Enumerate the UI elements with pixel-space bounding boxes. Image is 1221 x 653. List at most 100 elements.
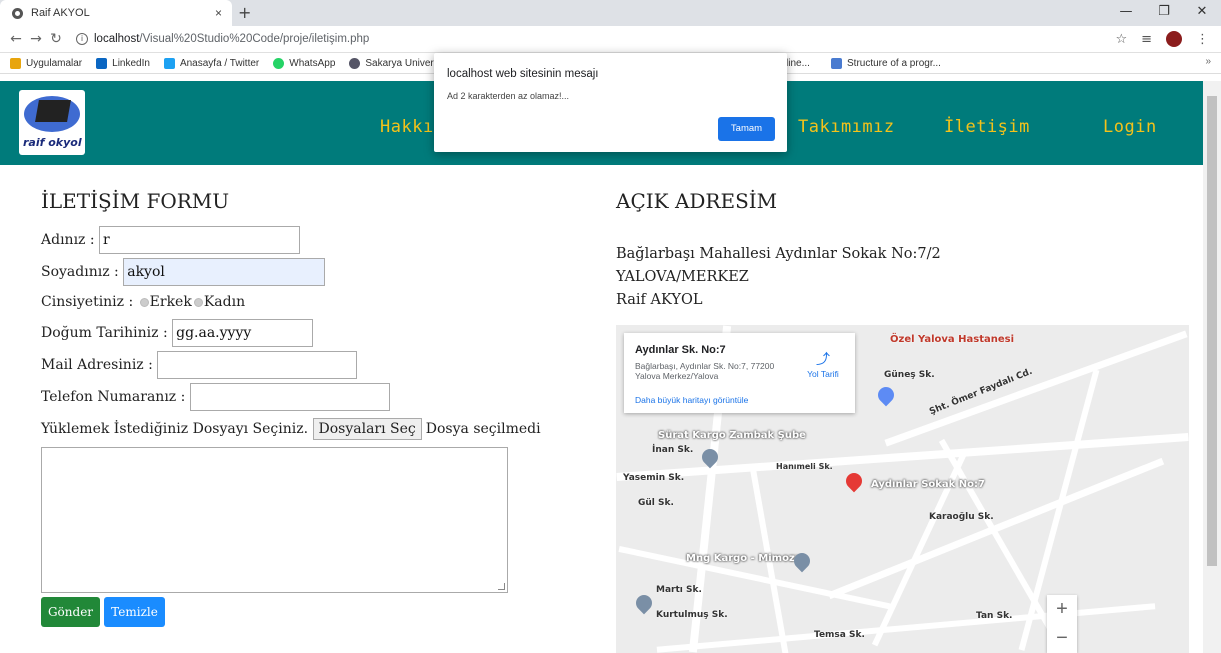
profile-avatar[interactable] — [1166, 31, 1182, 47]
map-label-marti: Martı Sk. — [656, 585, 702, 595]
directions-icon: ⤴ — [816, 351, 830, 367]
mail-label: Mail Adresiniz : — [41, 357, 153, 373]
reload-icon[interactable]: ↻ — [46, 31, 66, 47]
zoom-out-button[interactable]: − — [1047, 624, 1077, 653]
map-card-title: Aydınlar Sk. No:7 — [635, 344, 726, 356]
address-line-1: Bağlarbaşı Mahallesi Aydınlar Sokak No:7… — [616, 246, 941, 262]
name-row: Adınız : r — [41, 226, 301, 254]
nav-takimimiz[interactable]: Takımımız — [798, 117, 895, 137]
gender-option-kadin: Kadın — [203, 294, 246, 310]
bookmark-online[interactable]: line... — [786, 58, 810, 69]
window-controls: — ❐ ✕ — [1107, 0, 1221, 26]
page-content: İLETİŞİM FORMU Adınız : r Soyadınız : ak… — [0, 165, 1203, 653]
map-label-hospital: Özel Yalova Hastanesi — [890, 334, 1015, 345]
nav-iletisim[interactable]: İletişim — [944, 117, 1030, 137]
url-host: localhost — [94, 33, 140, 45]
bookmarks-more-icon[interactable]: » — [1205, 56, 1211, 67]
info-icon[interactable]: i — [76, 33, 88, 45]
mail-input[interactable] — [157, 351, 358, 379]
browser-tabbar: Raif AKYOL × + — ❐ ✕ — [0, 0, 1221, 26]
embedded-map[interactable]: Özel Yalova Hastanesi Sürat Kargo Zambak… — [616, 325, 1189, 653]
map-label-gunes: Güneş Sk. — [884, 370, 935, 380]
submit-button[interactable]: Gönder — [41, 597, 100, 627]
file-row: Yüklemek İstediğiniz Dosyayı Seçiniz. Do… — [41, 415, 541, 443]
birth-label: Doğum Tarihiniz : — [41, 325, 168, 341]
alert-title: localhost web sitesinin mesajı — [447, 68, 599, 80]
zoom-in-button[interactable]: + — [1047, 595, 1077, 624]
location-pin-icon[interactable] — [842, 469, 866, 493]
shop-pin-icon[interactable] — [874, 383, 898, 407]
directions-button[interactable]: ⤴ Yol Tarifi — [803, 349, 843, 379]
gender-row: Cinsiyetiniz : Erkek Kadın — [41, 291, 245, 313]
gender-option-erkek: Erkek — [149, 294, 192, 310]
file-status: Dosya seçilmedi — [425, 421, 541, 437]
address-line-2: YALOVA/MERKEZ — [616, 269, 749, 285]
nav-hakkimda[interactable]: Hakkı — [380, 117, 434, 137]
gender-label: Cinsiyetiniz : — [41, 294, 134, 310]
map-label-gul: Gül Sk. — [638, 498, 674, 508]
url-path: /Visual%20Studio%20Code/proje/iletişim.p… — [139, 33, 370, 45]
bookmark-structure[interactable]: Structure of a progr... — [831, 57, 941, 69]
close-tab-icon[interactable]: × — [215, 6, 222, 20]
map-label-inan: İnan Sk. — [652, 445, 694, 455]
map-card-address: Bağlarbaşı, Aydınlar Sk. No:7, 77200 Yal… — [635, 361, 775, 381]
browser-tab[interactable]: Raif AKYOL × — [0, 0, 232, 26]
reading-list-icon[interactable]: ≡ — [1141, 32, 1152, 47]
address-line-3: Raif AKYOL — [616, 292, 703, 308]
gender-radio-erkek[interactable] — [139, 297, 149, 307]
back-icon[interactable]: ← — [6, 31, 26, 47]
map-label-kurtulmus: Kurtulmuş Sk. — [656, 610, 728, 620]
scrollbar-thumb[interactable] — [1207, 96, 1217, 566]
map-label-karaoglu: Karaoğlu Sk. — [929, 512, 994, 522]
name-input[interactable]: r — [99, 226, 301, 254]
url-field[interactable]: i localhost /Visual%20Studio%20Code/proj… — [76, 33, 369, 45]
site-logo[interactable]: raif okyol — [19, 90, 85, 155]
menu-icon[interactable]: ⋮ — [1196, 32, 1209, 47]
file-label: Yüklemek İstediğiniz Dosyayı Seçiniz. — [41, 421, 309, 437]
mail-row: Mail Adresiniz : — [41, 351, 358, 379]
name-label: Adınız : — [41, 232, 95, 248]
map-label-hanimeli: Hanımeli Sk. — [776, 462, 833, 471]
map-info-card: Aydınlar Sk. No:7 Bağlarbaşı, Aydınlar S… — [624, 333, 855, 413]
address-heading: AÇIK ADRESİM — [616, 189, 778, 213]
nav-login[interactable]: Login — [1103, 117, 1157, 137]
gender-radio-kadin[interactable] — [193, 297, 203, 307]
birth-date-input[interactable]: gg.aa.yyyy — [172, 319, 314, 347]
alert-ok-button[interactable]: Tamam — [718, 117, 775, 141]
bookmark-apps[interactable]: Uygulamalar — [10, 57, 82, 69]
bookmark-whatsapp[interactable]: WhatsApp — [273, 57, 335, 69]
phone-label: Telefon Numaranız : — [41, 389, 186, 405]
birth-row: Doğum Tarihiniz : gg.aa.yyyy — [41, 319, 314, 347]
map-zoom-controls: + − — [1047, 595, 1077, 653]
star-icon[interactable]: ☆ — [1115, 32, 1127, 47]
surname-row: Soyadınız : akyol — [41, 258, 326, 286]
page-scrollbar[interactable] — [1203, 81, 1221, 653]
choose-files-button[interactable]: Dosyaları Seç — [312, 418, 422, 440]
tab-title: Raif AKYOL — [31, 7, 90, 19]
map-label-mng-kargo: Mng Kargo - Mimoza — [686, 553, 802, 564]
map-larger-link[interactable]: Daha büyük haritayı görüntüle — [635, 395, 748, 405]
map-label-temsa: Temsa Sk. — [814, 630, 865, 640]
surname-input[interactable]: akyol — [123, 258, 326, 286]
bookmark-twitter[interactable]: Anasayfa / Twitter — [163, 57, 259, 69]
bookmark-linkedin[interactable]: LinkedIn — [96, 57, 150, 69]
alert-dialog: localhost web sitesinin mesajı Ad 2 kara… — [434, 53, 787, 152]
clear-button[interactable]: Temizle — [104, 597, 165, 627]
phone-input[interactable] — [189, 383, 390, 411]
map-label-tan: Tan Sk. — [976, 611, 1013, 621]
form-heading: İLETİŞİM FORMU — [41, 189, 230, 213]
globe-icon — [12, 7, 23, 19]
bookmark-sakarya[interactable]: Sakarya Univers — [349, 57, 439, 69]
message-textarea[interactable] — [41, 447, 508, 593]
place-pin-icon[interactable] — [632, 591, 656, 615]
close-window-icon[interactable]: ✕ — [1183, 0, 1221, 26]
phone-row: Telefon Numaranız : — [41, 383, 390, 411]
surname-label: Soyadınız : — [41, 264, 119, 280]
map-label-aydinlar: Aydınlar Sokak No:7 — [871, 479, 985, 490]
alert-message: Ad 2 karakterden az olamaz!... — [447, 91, 570, 101]
forward-icon[interactable]: → — [26, 31, 46, 47]
new-tab-button[interactable]: + — [238, 3, 251, 22]
minimize-icon[interactable]: — — [1107, 0, 1145, 26]
restore-icon[interactable]: ❐ — [1145, 0, 1183, 26]
map-label-surat-kargo: Sürat Kargo Zambak Şube — [658, 430, 806, 441]
